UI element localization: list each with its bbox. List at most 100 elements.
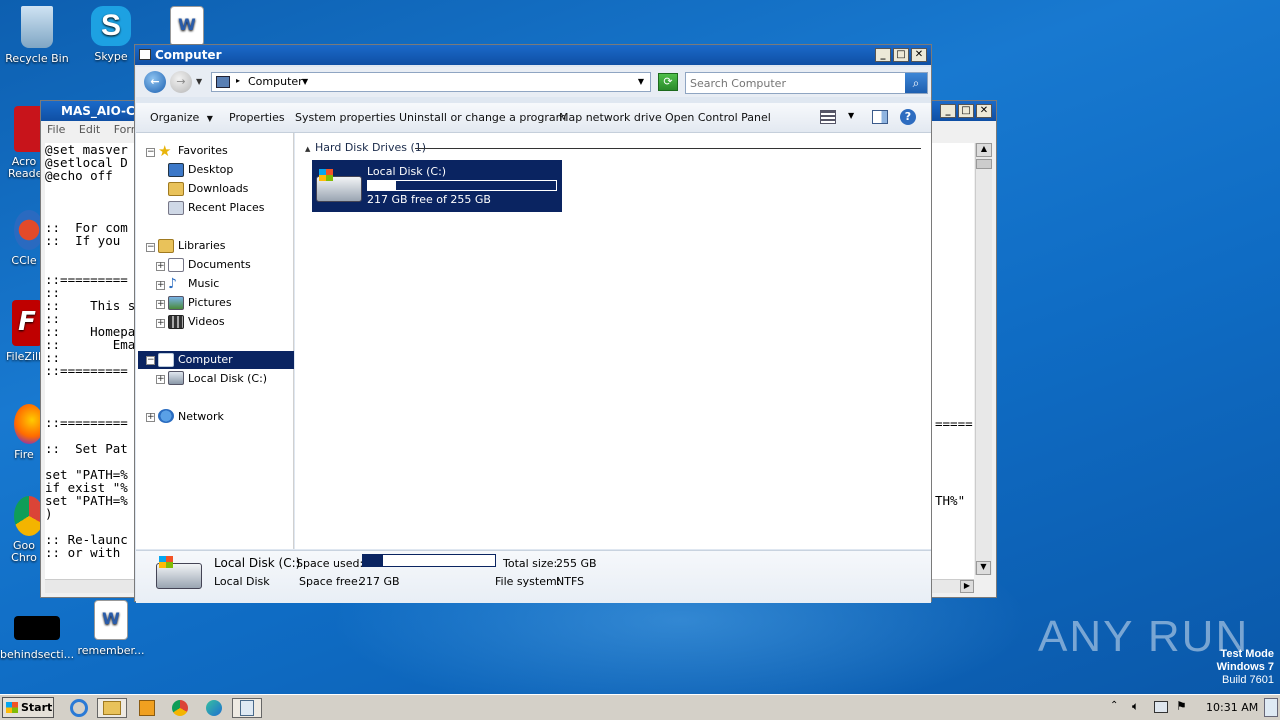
expand-network-icon[interactable]: +: [146, 413, 155, 422]
address-history-dropdown-icon[interactable]: ▼: [638, 77, 644, 86]
desktop-icon-label: CCle: [11, 254, 37, 267]
windows-logo-icon: [319, 169, 333, 181]
map-network-drive-button[interactable]: Map network drive: [559, 111, 662, 124]
uninstall-program-button[interactable]: Uninstall or change a program: [399, 111, 566, 124]
start-label: Start: [21, 701, 53, 714]
expand-documents-icon[interactable]: +: [156, 262, 165, 271]
scroll-up-arrow-icon[interactable]: ▲: [976, 143, 992, 157]
desktop-icon-label: Fire: [14, 448, 34, 461]
organize-button[interactable]: Organize ▼: [150, 111, 213, 124]
close-button[interactable]: ✕: [976, 104, 992, 118]
maximize-button[interactable]: □: [893, 48, 909, 62]
taskbar-media-player-icon[interactable]: [134, 698, 160, 718]
notepad-vertical-scrollbar[interactable]: ▲ ▼: [975, 143, 992, 575]
maximize-button[interactable]: □: [958, 104, 974, 118]
clock[interactable]: 10:31 AM: [1206, 701, 1258, 714]
nav-music[interactable]: Music: [188, 275, 219, 293]
taskbar-explorer-icon[interactable]: [97, 698, 127, 718]
expand-music-icon[interactable]: +: [156, 281, 165, 290]
system-tray: ⌃ 🔈︎ ⚑: [1104, 698, 1204, 718]
details-usage-fill: [363, 555, 383, 566]
explorer-titlebar[interactable]: Computer _ □ ✕: [135, 45, 931, 65]
recent-places-icon: [168, 201, 184, 215]
desktop-icon-firefox[interactable]: Fire: [0, 404, 44, 461]
filezilla-icon: F: [12, 300, 42, 346]
nav-downloads[interactable]: Downloads: [188, 180, 248, 198]
computer-icon: [216, 76, 230, 88]
preview-pane-icon[interactable]: [872, 110, 888, 124]
minimize-button[interactable]: _: [940, 104, 956, 118]
collapse-computer-icon[interactable]: −: [146, 356, 155, 365]
view-options-dropdown-icon[interactable]: ▼: [848, 111, 854, 120]
drive-tile-local-disk[interactable]: Local Disk (C:) 217 GB free of 255 GB: [312, 160, 562, 212]
back-button[interactable]: ←: [144, 71, 166, 93]
desktop-icon-behindsection[interactable]: behindsecti...: [0, 612, 74, 661]
desktop-icon-recycle-bin[interactable]: Recycle Bin: [0, 6, 74, 65]
help-icon[interactable]: ?: [900, 109, 916, 125]
desktop-icon-ccleaner[interactable]: CCle: [0, 210, 44, 267]
word-document-icon: W: [170, 6, 204, 46]
collapse-favorites-icon[interactable]: −: [146, 148, 155, 157]
scroll-right-arrow-icon[interactable]: ▶: [960, 580, 974, 593]
show-hidden-icons-icon[interactable]: ⌃: [1110, 700, 1118, 711]
drive-usage-bar: [367, 180, 557, 191]
group-header[interactable]: Hard Disk Drives (1): [315, 141, 426, 154]
nav-videos[interactable]: Videos: [188, 313, 225, 331]
explorer-window[interactable]: Computer _ □ ✕ ← → ▼ ▸ Computer ▼ ▼ ⟳ ⌕ …: [134, 44, 932, 603]
menu-file[interactable]: File: [47, 123, 65, 136]
system-properties-button[interactable]: System properties: [295, 111, 396, 124]
expand-videos-icon[interactable]: +: [156, 319, 165, 328]
recent-pages-dropdown[interactable]: ▼: [196, 77, 202, 86]
change-view-icon[interactable]: [820, 110, 836, 124]
computer-icon: [139, 49, 151, 60]
nav-favorites[interactable]: Favorites: [178, 142, 228, 160]
desktop-icon-filezilla[interactable]: F FileZilla: [0, 300, 48, 363]
start-button[interactable]: Start: [2, 697, 54, 718]
chevron-down-icon: ▼: [206, 114, 213, 123]
content-pane[interactable]: ▲ Hard Disk Drives (1) Local Disk (C:) 2…: [295, 133, 931, 549]
search-input[interactable]: [690, 74, 900, 92]
menu-edit[interactable]: Edit: [79, 123, 100, 136]
refresh-button[interactable]: ⟳: [658, 73, 678, 91]
collapse-libraries-icon[interactable]: −: [146, 243, 155, 252]
network-tray-icon[interactable]: [1154, 701, 1168, 713]
nav-network[interactable]: Network: [178, 408, 224, 426]
expand-local-disk-icon[interactable]: +: [156, 375, 165, 384]
close-button[interactable]: ✕: [911, 48, 927, 62]
search-icon[interactable]: ⌕: [905, 73, 927, 93]
nav-local-disk[interactable]: Local Disk (C:): [188, 370, 267, 388]
libraries-icon: [158, 239, 174, 253]
breadcrumb-separator-icon[interactable]: ▸: [236, 76, 240, 85]
taskbar-chrome-icon[interactable]: [167, 698, 193, 718]
navigation-pane[interactable]: − ★ Favorites Desktop Downloads Recent P…: [136, 133, 294, 549]
nav-recent-places[interactable]: Recent Places: [188, 199, 265, 217]
nav-pictures[interactable]: Pictures: [188, 294, 232, 312]
breadcrumb-dropdown-icon[interactable]: ▼: [302, 77, 308, 86]
forward-button[interactable]: →: [170, 71, 192, 93]
desktop-icon-label: behindsecti...: [0, 648, 75, 661]
properties-button[interactable]: Properties: [229, 111, 285, 124]
minimize-button[interactable]: _: [875, 48, 891, 62]
nav-computer[interactable]: Computer: [178, 351, 233, 369]
show-desktop-button[interactable]: [1264, 698, 1278, 717]
nav-libraries[interactable]: Libraries: [178, 237, 226, 255]
desktop-icon: [168, 163, 184, 177]
open-control-panel-button[interactable]: Open Control Panel: [665, 111, 771, 124]
desktop-icon-chrome[interactable]: Goo Chro: [0, 496, 44, 564]
desktop-icon-acrobat[interactable]: Acro Reade: [0, 106, 44, 180]
expand-pictures-icon[interactable]: +: [156, 300, 165, 309]
nav-documents[interactable]: Documents: [188, 256, 251, 274]
nav-desktop[interactable]: Desktop: [188, 161, 233, 179]
collapse-group-icon[interactable]: ▲: [305, 145, 310, 153]
taskbar-ie-icon[interactable]: [66, 698, 92, 718]
scroll-down-arrow-icon[interactable]: ▼: [976, 561, 991, 575]
address-field[interactable]: ▸ Computer ▼ ▼: [211, 72, 651, 92]
taskbar-notepad-icon[interactable]: [232, 698, 262, 718]
scroll-thumb[interactable]: [976, 159, 992, 169]
search-box[interactable]: ⌕: [685, 72, 928, 94]
taskbar-edge-icon[interactable]: [201, 698, 227, 718]
volume-icon[interactable]: 🔈︎: [1132, 699, 1139, 714]
desktop-icon-remember[interactable]: W remember...: [74, 600, 148, 657]
action-center-flag-icon[interactable]: ⚑: [1176, 699, 1187, 713]
breadcrumb-computer[interactable]: Computer: [248, 75, 303, 88]
